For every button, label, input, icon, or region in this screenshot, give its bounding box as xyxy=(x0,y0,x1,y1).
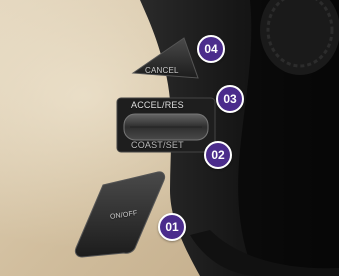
callout-badge-coast-set: 02 xyxy=(204,141,232,169)
callout-badge-accel-res: 03 xyxy=(216,85,244,113)
cancel-button[interactable]: CANCEL xyxy=(145,66,179,75)
coast-set-button[interactable]: COAST/SET xyxy=(131,140,184,150)
photo-scene: CANCEL ACCEL/RES COAST/SET ON/OFF 04 03 … xyxy=(0,0,339,276)
accel-res-button[interactable]: ACCEL/RES xyxy=(131,100,184,110)
callout-badge-cancel: 04 xyxy=(197,35,225,63)
callout-badge-on-off: 01 xyxy=(158,213,186,241)
